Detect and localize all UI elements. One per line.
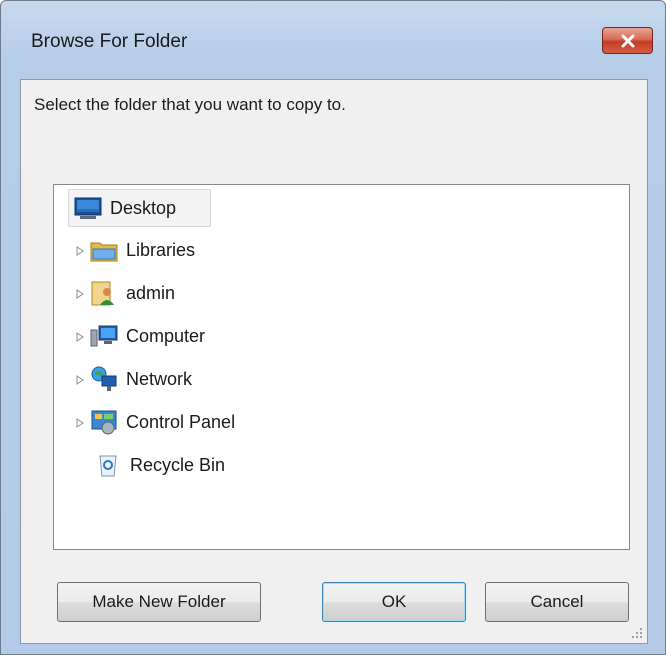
tree-item-recycle-bin[interactable]: Recycle Bin bbox=[90, 447, 225, 483]
tree-item-label: Desktop bbox=[110, 197, 177, 218]
tree-item-label: Libraries bbox=[126, 239, 196, 260]
tree-item-computer[interactable]: Computer bbox=[90, 318, 205, 354]
computer-icon bbox=[90, 322, 118, 350]
cancel-button[interactable]: Cancel bbox=[485, 582, 629, 622]
ok-button[interactable]: OK bbox=[322, 582, 466, 622]
libraries-icon bbox=[90, 236, 118, 264]
prompt-text: Select the folder that you want to copy … bbox=[34, 95, 346, 114]
close-icon bbox=[621, 34, 634, 47]
tree-item-libraries[interactable]: Libraries bbox=[90, 232, 195, 268]
browse-for-folder-dialog: Browse For Folder Select the folder that… bbox=[0, 0, 666, 655]
user-folder-icon bbox=[90, 279, 118, 307]
tree-item-network[interactable]: Network bbox=[90, 361, 192, 397]
tree-item-label: admin bbox=[126, 282, 176, 303]
folder-tree[interactable]: Desktop Libraries admin Computer Network… bbox=[53, 184, 630, 550]
desktop-icon bbox=[74, 194, 102, 222]
tree-item-desktop[interactable]: Desktop bbox=[74, 190, 176, 226]
tree-item-label: Control Panel bbox=[126, 411, 236, 432]
expand-arrow-icon[interactable] bbox=[74, 288, 86, 300]
tree-item-admin[interactable]: admin bbox=[90, 275, 175, 311]
resize-grip-icon[interactable] bbox=[630, 626, 644, 640]
make-new-folder-button[interactable]: Make New Folder bbox=[57, 582, 261, 622]
expand-arrow-icon[interactable] bbox=[74, 374, 86, 386]
close-button[interactable] bbox=[602, 27, 653, 54]
expand-arrow-icon[interactable] bbox=[74, 417, 86, 429]
tree-item-label: Recycle Bin bbox=[130, 454, 226, 475]
tree-item-label: Computer bbox=[126, 325, 206, 346]
network-icon bbox=[90, 365, 118, 393]
dialog-body: Select the folder that you want to copy … bbox=[20, 79, 648, 644]
control-panel-icon bbox=[90, 408, 118, 436]
expand-arrow-icon[interactable] bbox=[74, 331, 86, 343]
window-title: Browse For Folder bbox=[31, 31, 188, 52]
recycle-bin-icon bbox=[94, 451, 122, 479]
tree-item-control-panel[interactable]: Control Panel bbox=[90, 404, 235, 440]
tree-item-label: Network bbox=[126, 368, 193, 389]
expand-arrow-icon[interactable] bbox=[74, 245, 86, 257]
title-bar[interactable]: Browse For Folder bbox=[1, 1, 665, 79]
